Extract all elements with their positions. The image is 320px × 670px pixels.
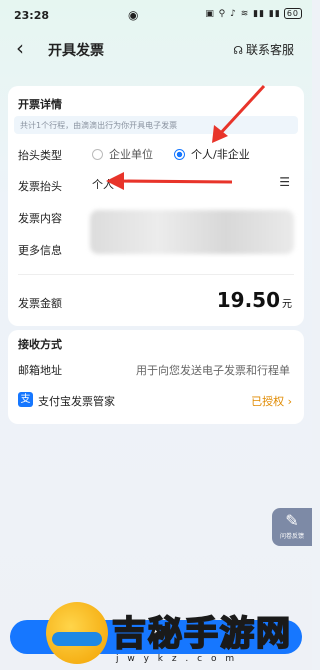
watermark-url: j w y k z . c o m (116, 654, 238, 664)
watermark: 吉秘手游网 j w y k z . c o m (44, 600, 300, 670)
feedback-float-button[interactable]: ✎ 问卷反馈 (272, 508, 312, 546)
arrow-to-personal (212, 84, 266, 143)
annotation-arrows (106, 84, 266, 190)
feedback-label: 问卷反馈 (279, 533, 304, 540)
edit-icon: ✎ (285, 511, 299, 530)
watermark-logo (46, 602, 108, 664)
watermark-text: 吉秘手游网 (111, 613, 292, 655)
arrow-to-header (106, 172, 233, 190)
